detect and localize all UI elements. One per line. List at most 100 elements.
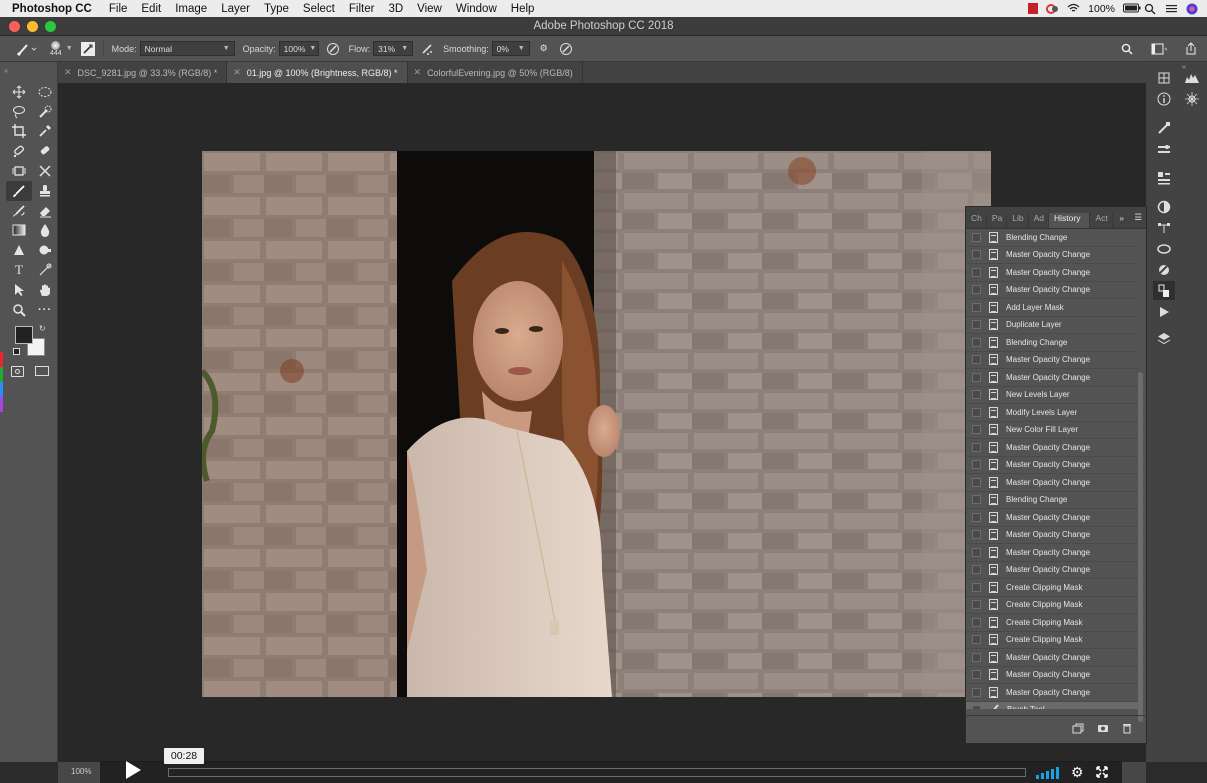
history-state-row[interactable]: Master Opacity Change	[966, 247, 1138, 264]
history-state-row[interactable]: Master Opacity Change	[966, 264, 1138, 282]
history-state-row[interactable]: Master Opacity Change	[966, 474, 1138, 492]
libraries-panel-icon[interactable]	[1153, 68, 1175, 87]
history-state-row[interactable]: Master Opacity Change	[966, 667, 1138, 684]
spotlight-search-icon[interactable]	[1144, 3, 1157, 15]
tab-paths[interactable]: Pa	[987, 213, 1008, 228]
video-settings-gear-icon[interactable]: ⚙	[1071, 764, 1084, 781]
history-source-checkbox[interactable]	[972, 600, 981, 610]
notification-center-icon[interactable]	[1165, 3, 1178, 14]
more-tabs-chevron-icon[interactable]: »	[1115, 213, 1128, 228]
history-state-row[interactable]: Blending Change	[966, 229, 1138, 247]
close-tab-icon[interactable]: ✕	[414, 67, 422, 78]
lasso-tool-icon[interactable]	[6, 102, 32, 122]
history-source-checkbox[interactable]	[972, 635, 981, 645]
menu-filter[interactable]: Filter	[342, 3, 382, 15]
history-state-row[interactable]: Create Clipping Mask	[966, 614, 1138, 632]
eraser-tool-icon[interactable]	[32, 201, 58, 221]
brush-size-picker[interactable]: 444	[50, 40, 62, 57]
history-source-checkbox[interactable]	[972, 617, 981, 627]
default-colors-icon[interactable]	[13, 348, 20, 355]
history-state-row[interactable]: Master Opacity Change	[966, 282, 1138, 299]
history-source-checkbox[interactable]	[972, 285, 981, 295]
swatches-cloud-icon[interactable]	[1153, 239, 1175, 258]
menu-select[interactable]: Select	[296, 3, 342, 15]
history-source-checkbox[interactable]	[972, 250, 981, 260]
history-state-row[interactable]: Master Opacity Change	[966, 544, 1138, 562]
delete-state-trash-icon[interactable]	[1122, 723, 1132, 737]
history-source-checkbox[interactable]	[972, 460, 981, 470]
history-source-checkbox[interactable]	[972, 582, 981, 592]
paths-panel-icon[interactable]	[1153, 218, 1175, 237]
history-state-row[interactable]: Master Opacity Change	[966, 439, 1138, 457]
menu-view[interactable]: View	[410, 3, 449, 15]
properties-panel-icon[interactable]	[1153, 168, 1175, 187]
history-source-checkbox[interactable]	[972, 302, 981, 312]
menu-image[interactable]: Image	[168, 3, 214, 15]
move-tool-icon[interactable]	[6, 82, 32, 102]
menu-file[interactable]: File	[102, 3, 135, 15]
menu-window[interactable]: Window	[449, 3, 504, 15]
play-button[interactable]	[124, 760, 142, 782]
edit-toolbar-icon[interactable]: ···	[32, 300, 58, 320]
history-state-row[interactable]: Master Opacity Change	[966, 457, 1138, 474]
opacity-field[interactable]: 100% ▼	[278, 41, 319, 56]
adjustments-panel-icon[interactable]	[1153, 197, 1175, 216]
history-source-checkbox[interactable]	[972, 512, 981, 522]
actions-play-icon[interactable]	[1153, 302, 1175, 321]
history-source-checkbox[interactable]	[972, 687, 981, 697]
zoom-window-button[interactable]	[45, 21, 56, 32]
zoom-level[interactable]: 100%	[71, 767, 91, 776]
tab-libraries[interactable]: Lib	[1007, 213, 1029, 228]
history-source-checkbox[interactable]	[972, 442, 981, 452]
history-source-checkbox[interactable]	[972, 547, 981, 557]
wifi-icon[interactable]	[1067, 3, 1080, 14]
airbrush-icon[interactable]	[419, 41, 435, 57]
close-tab-icon[interactable]: ✕	[64, 67, 72, 78]
history-source-checkbox[interactable]	[972, 495, 981, 505]
history-scrollbar-thumb[interactable]	[1138, 372, 1143, 722]
history-source-checkbox[interactable]	[972, 232, 981, 242]
menu-type[interactable]: Type	[257, 3, 296, 15]
history-source-checkbox[interactable]	[972, 530, 981, 540]
history-state-row[interactable]: Duplicate Layer	[966, 317, 1138, 334]
quick-selection-tool-icon[interactable]	[32, 102, 58, 122]
history-source-checkbox[interactable]	[972, 372, 981, 382]
brush-tool-preset-icon[interactable]	[14, 41, 40, 57]
history-state-row[interactable]: Blending Change	[966, 492, 1138, 509]
history-source-checkbox[interactable]	[972, 565, 981, 575]
history-state-row[interactable]: Master Opacity Change	[966, 684, 1138, 702]
flow-field[interactable]: 31% ▼	[373, 41, 414, 56]
styles-panel-icon[interactable]	[1153, 260, 1175, 279]
history-state-row[interactable]: Brush Tool	[966, 701, 1138, 709]
history-source-checkbox[interactable]	[972, 407, 981, 417]
blur-tool-icon[interactable]	[32, 221, 58, 241]
mode-select[interactable]: Normal ▼	[139, 41, 235, 56]
history-state-row[interactable]: Create Clipping Mask	[966, 579, 1138, 597]
history-source-checkbox[interactable]	[972, 705, 981, 709]
screen-mode-icon[interactable]	[35, 366, 49, 376]
path-selection-tool-icon[interactable]	[32, 260, 58, 280]
document-tab-active[interactable]: ✕ 01.jpg @ 100% (Brightness, RGB/8) *	[227, 62, 408, 83]
patch-tool-icon[interactable]	[32, 141, 58, 161]
workspace-switcher-icon[interactable]	[1151, 41, 1167, 57]
clone-source-icon[interactable]	[1153, 139, 1175, 158]
tab-history[interactable]: History	[1049, 213, 1091, 228]
new-snapshot-camera-icon[interactable]	[1097, 723, 1109, 736]
history-state-row[interactable]: New Levels Layer	[966, 387, 1138, 404]
history-state-row[interactable]: New Color Fill Layer	[966, 422, 1138, 439]
layers-panel-icon[interactable]	[1153, 329, 1175, 348]
fullscreen-icon[interactable]	[1095, 765, 1108, 781]
history-source-checkbox[interactable]	[972, 320, 981, 330]
document-tab[interactable]: ✕ DSC_9281.jpg @ 33.3% (RGB/8) *	[58, 62, 228, 83]
brush-settings-icon[interactable]	[1153, 118, 1175, 137]
brush-settings-panel-icon[interactable]	[80, 41, 95, 56]
close-window-button[interactable]	[9, 21, 20, 32]
history-source-checkbox[interactable]	[972, 390, 981, 400]
swap-colors-icon[interactable]: ↻	[39, 324, 46, 333]
toolbar-collapse-handle[interactable]: »	[4, 68, 8, 75]
eyedropper-tool-icon[interactable]	[32, 122, 58, 142]
clone-stamp-tool-icon[interactable]	[32, 181, 58, 201]
history-panel-icon[interactable]	[1153, 281, 1175, 300]
type-tool-icon[interactable]: T	[6, 260, 32, 280]
tab-adjustments[interactable]: Ad	[1029, 213, 1050, 228]
